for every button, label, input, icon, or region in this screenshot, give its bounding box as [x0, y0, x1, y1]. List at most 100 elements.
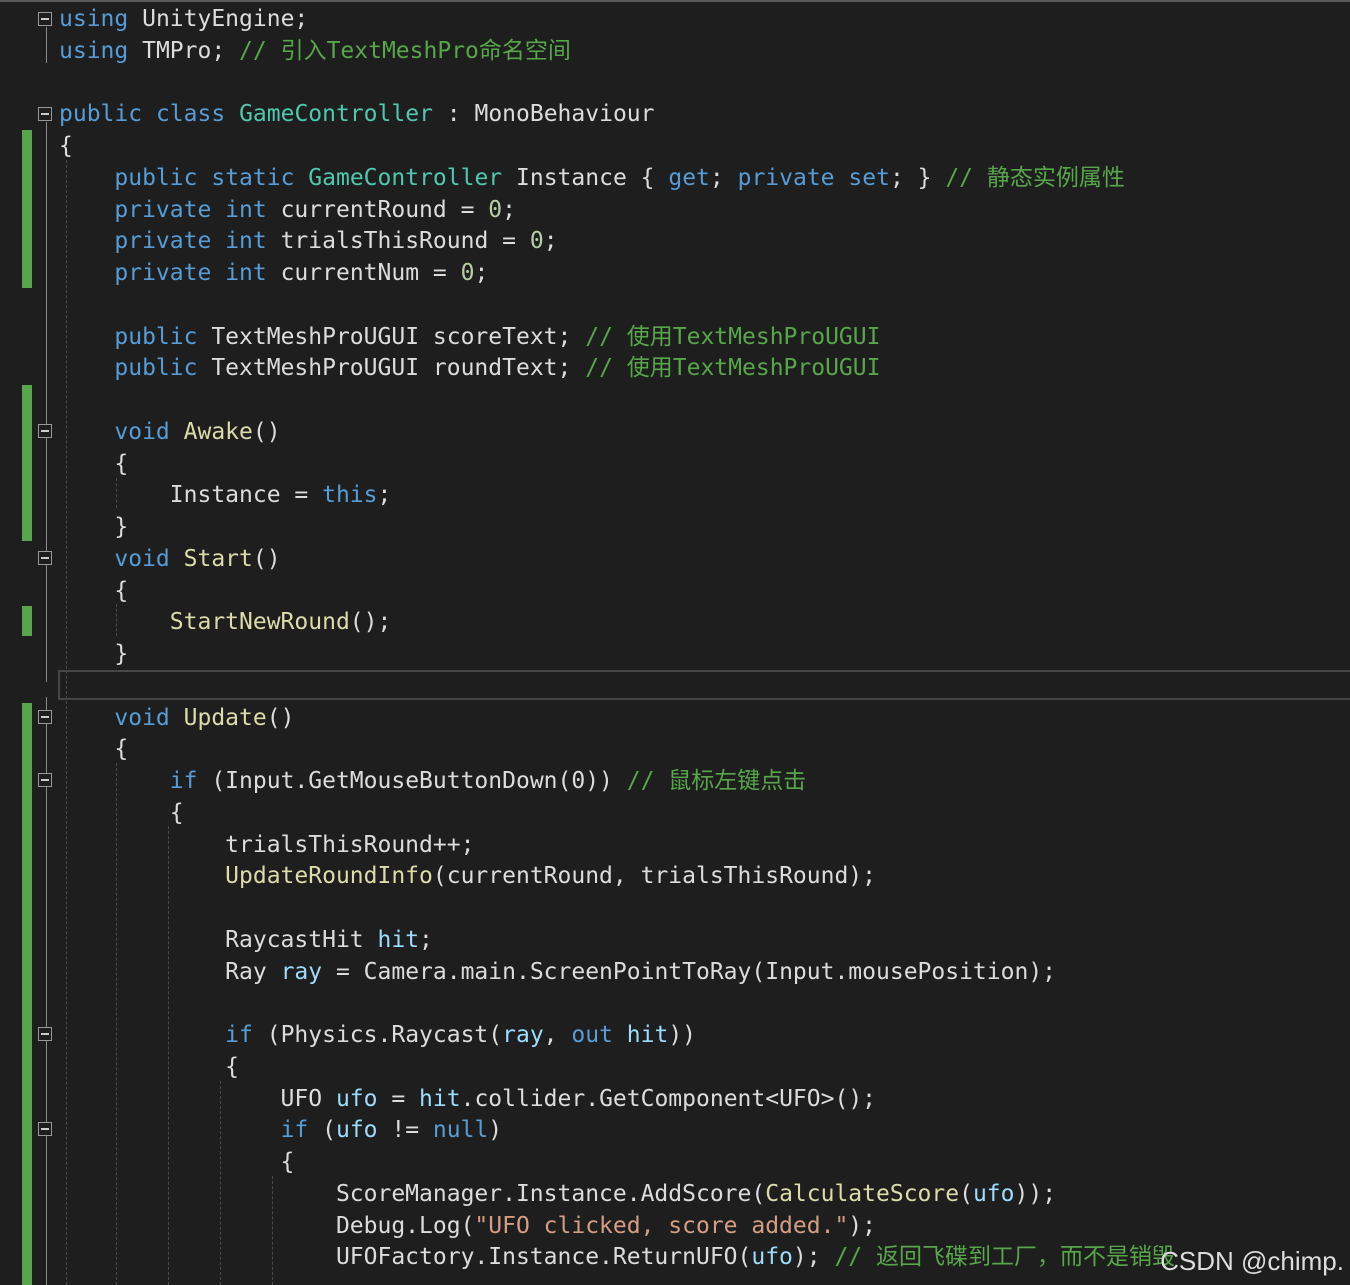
- code-line[interactable]: {: [0, 130, 1350, 162]
- code-token: )): [668, 1022, 697, 1048]
- code-line-text: {: [59, 575, 128, 607]
- code-token: static: [211, 164, 295, 191]
- code-editor[interactable]: using UnityEngine; using TMPro; // 引入Text…: [0, 0, 1350, 1285]
- code-token: public: [114, 164, 198, 191]
- code-token: void: [114, 545, 170, 572]
- code-line[interactable]: {: [0, 575, 1350, 607]
- code-token: private: [737, 164, 835, 191]
- code-line[interactable]: Debug.Log("UFO clicked, score added.");: [0, 1210, 1350, 1242]
- code-token: (: [308, 1117, 336, 1144]
- code-token: ray: [280, 958, 323, 985]
- code-line-text: Debug.Log("UFO clicked, score added.");: [59, 1210, 876, 1242]
- code-line[interactable]: if (Input.GetMouseButtonDown(0)) // 鼠标左键…: [0, 765, 1350, 797]
- code-token: );: [792, 1244, 835, 1271]
- code-line[interactable]: void Update(): [0, 702, 1350, 734]
- code-line[interactable]: trialsThisRound++;: [0, 829, 1350, 861]
- code-token: ,: [543, 1022, 572, 1048]
- code-line[interactable]: public TextMeshProUGUI scoreText; // 使用T…: [0, 321, 1350, 353]
- code-line[interactable]: [0, 289, 1350, 321]
- code-line-text: {: [59, 1146, 295, 1178]
- code-token: ;: [474, 260, 489, 286]
- code-line[interactable]: Ray ray = Camera.main.ScreenPointToRay(I…: [0, 956, 1350, 988]
- code-line[interactable]: {: [0, 797, 1350, 829]
- code-line[interactable]: [0, 987, 1350, 1019]
- code-token: ();: [349, 609, 392, 636]
- code-line-text: public TextMeshProUGUI roundText; // 使用T…: [59, 352, 880, 384]
- code-line[interactable]: {: [0, 733, 1350, 765]
- code-line[interactable]: ScoreManager.Instance.AddScore(Calculate…: [0, 1178, 1350, 1210]
- code-line-text: void Start(): [59, 543, 281, 575]
- code-line-text: UFOFactory.Instance.ReturnUFO(ufo); // 返…: [59, 1241, 1175, 1273]
- code-line[interactable]: UFO ufo = hit.collider.GetComponent<UFO>…: [0, 1083, 1350, 1115]
- code-token: GameController: [239, 101, 433, 128]
- code-line[interactable]: using UnityEngine;: [0, 3, 1350, 35]
- code-token: {: [59, 799, 184, 826]
- code-line[interactable]: if (ufo != null): [0, 1114, 1350, 1146]
- code-line[interactable]: [0, 384, 1350, 416]
- code-token: trialsThisRound =: [266, 228, 530, 255]
- code-token: 0: [460, 260, 475, 286]
- code-line-text: if (Input.GetMouseButtonDown(0)) // 鼠标左键…: [59, 765, 807, 797]
- code-line[interactable]: }: [0, 511, 1350, 543]
- code-line[interactable]: [0, 670, 1350, 702]
- code-line[interactable]: void Start(): [0, 543, 1350, 575]
- code-token: ray: [502, 1022, 544, 1048]
- code-line-text: RaycastHit hit;: [59, 924, 433, 956]
- code-token: ): [488, 1117, 503, 1144]
- code-token: // 鼠标左键点击: [626, 768, 807, 794]
- code-line[interactable]: private int currentNum = 0;: [0, 257, 1350, 289]
- code-token: UFOFactory.Instance.ReturnUFO(: [59, 1244, 752, 1271]
- code-token: UFO: [59, 1085, 336, 1112]
- code-token: (): [252, 545, 281, 572]
- code-line[interactable]: private int trialsThisRound = 0;: [0, 225, 1350, 257]
- code-line[interactable]: {: [0, 448, 1350, 480]
- code-token: void: [114, 418, 170, 445]
- code-token: currentNum =: [266, 260, 461, 286]
- code-token: if: [225, 1022, 253, 1048]
- code-token: Instance {: [502, 164, 669, 191]
- code-line[interactable]: }: [0, 638, 1350, 670]
- code-line-text: void Awake(): [59, 416, 280, 448]
- code-line[interactable]: using TMPro; // 引入TextMeshPro命名空间: [0, 35, 1350, 67]
- code-token: this: [322, 482, 378, 509]
- code-line[interactable]: if (Physics.Raycast(ray, out hit)): [0, 1019, 1350, 1051]
- code-line[interactable]: void Awake(): [0, 416, 1350, 448]
- code-token: public: [114, 323, 198, 350]
- code-line[interactable]: {: [0, 1051, 1350, 1083]
- code-line[interactable]: public TextMeshProUGUI roundText; // 使用T…: [0, 352, 1350, 384]
- code-line[interactable]: {: [0, 1146, 1350, 1178]
- code-token: {: [59, 133, 73, 159]
- code-line-text: {: [59, 797, 184, 829]
- code-line-text: Ray ray = Camera.main.ScreenPointToRay(I…: [59, 956, 1056, 988]
- code-line-text: }: [59, 511, 128, 543]
- code-token: if: [280, 1117, 309, 1144]
- code-token: TextMeshProUGUI roundText;: [197, 355, 586, 382]
- code-line-text: StartNewRound();: [59, 606, 392, 638]
- code-line-text: UpdateRoundInfo(currentRound, trialsThis…: [59, 860, 876, 892]
- code-token: (): [266, 704, 295, 731]
- code-token: (: [959, 1180, 973, 1207]
- code-line[interactable]: Instance = this;: [0, 479, 1350, 511]
- code-line[interactable]: RaycastHit hit;: [0, 924, 1350, 956]
- code-line[interactable]: StartNewRound();: [0, 606, 1350, 638]
- code-line[interactable]: UpdateRoundInfo(currentRound, trialsThis…: [0, 860, 1350, 892]
- code-line[interactable]: UFOFactory.Instance.ReturnUFO(ufo); // 返…: [0, 1241, 1350, 1273]
- code-line[interactable]: [0, 67, 1350, 99]
- code-line-text: trialsThisRound++;: [59, 829, 474, 861]
- code-token: StartNewRound: [169, 609, 350, 636]
- code-line[interactable]: public class GameController : MonoBehavi…: [0, 98, 1350, 130]
- code-line[interactable]: public static GameController Instance { …: [0, 162, 1350, 194]
- code-line[interactable]: private int currentRound = 0;: [0, 194, 1350, 226]
- code-line[interactable]: [0, 892, 1350, 924]
- code-line-text: public TextMeshProUGUI scoreText; // 使用T…: [59, 321, 880, 353]
- code-token: ));: [1014, 1180, 1057, 1207]
- code-token: public: [114, 355, 198, 382]
- code-line-text: ScoreManager.Instance.AddScore(Calculate…: [59, 1178, 1056, 1210]
